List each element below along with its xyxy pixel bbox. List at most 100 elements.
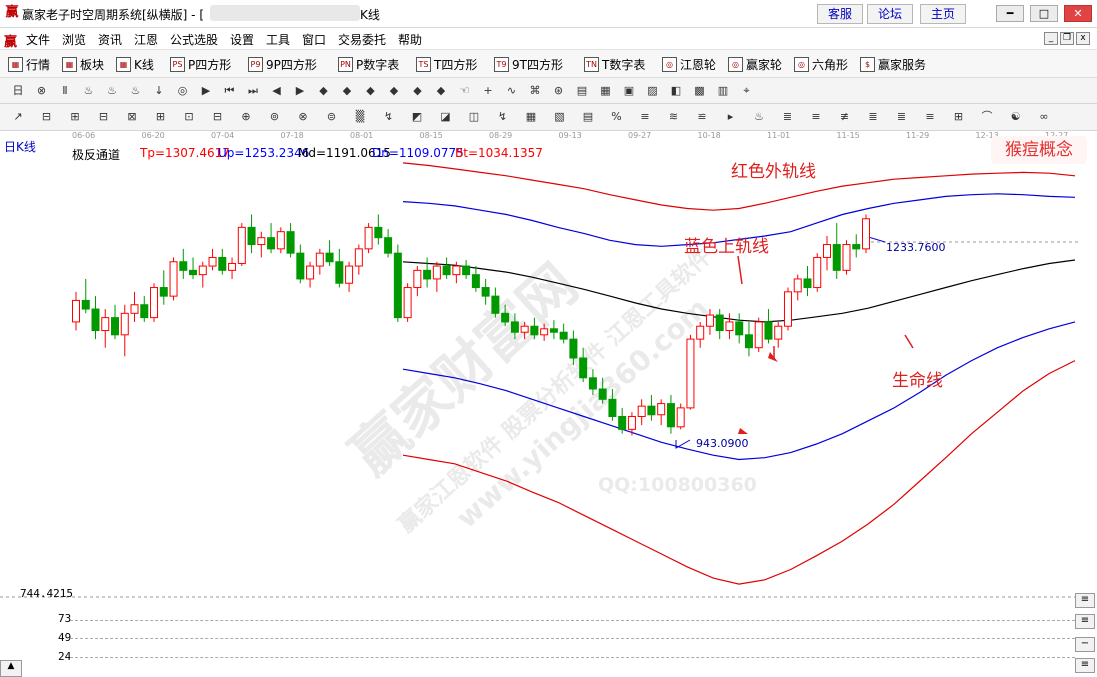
gann-tool-icon[interactable]: % [609,109,625,125]
gann-tool-icon[interactable]: ↯ [381,109,397,125]
gann-tool-icon[interactable]: ◪ [438,109,454,125]
drawing-tool-icon[interactable]: ▣ [621,83,637,99]
collapse-panel-button[interactable]: ▲ [0,660,22,677]
drawing-tool-icon[interactable]: ◆ [339,83,355,99]
drawing-tool-icon[interactable]: ⌖ [739,83,755,99]
gann-tool-icon[interactable]: ▤ [580,109,596,125]
drawing-tool-icon[interactable]: + [480,83,496,99]
gann-tool-icon[interactable]: ↯ [495,109,511,125]
customer-service-link[interactable]: 客服 [817,4,863,24]
drawing-tool-icon[interactable]: ▶ [198,83,214,99]
gann-tool-icon[interactable]: ⊞ [67,109,83,125]
gann-tool-icon[interactable]: ≋ [666,109,682,125]
gann-tool-icon[interactable]: ≣ [865,109,881,125]
gann-tool-icon[interactable]: ◫ [466,109,482,125]
drawing-tool-icon[interactable]: ⏮ [222,83,238,99]
toolbar-sector-button[interactable]: ▦ 板块 [62,56,104,73]
drawing-tool-icon[interactable]: ◧ [668,83,684,99]
drawing-tool-icon[interactable]: ⊗ [34,83,50,99]
toolbar-winner-wheel-button[interactable]: ◎ 赢家轮 [728,56,782,73]
gann-tool-icon[interactable]: ⊟ [39,109,55,125]
menu-settings[interactable]: 设置 [230,31,254,48]
gann-tool-icon[interactable]: ▸ [723,109,739,125]
gann-tool-icon[interactable]: ⊞ [153,109,169,125]
menu-browse[interactable]: 浏览 [62,31,86,48]
gann-tool-icon[interactable]: ∞ [1036,109,1052,125]
drawing-tool-icon[interactable]: ⏭ [245,83,261,99]
forum-link[interactable]: 论坛 [867,4,913,24]
drawing-tool-icon[interactable]: ♨ [81,83,97,99]
close-window-button[interactable]: ✕ [1064,5,1092,22]
maximize-window-button[interactable]: □ [1030,5,1058,22]
gann-tool-icon[interactable]: ☯ [1008,109,1024,125]
minimize-window-button[interactable]: ━ [996,5,1024,22]
mdi-minimize-button[interactable]: _ [1044,32,1058,45]
drawing-tool-icon[interactable]: ◆ [386,83,402,99]
drawing-tool-icon[interactable]: ⌘ [527,83,543,99]
toolbar-gann-wheel-button[interactable]: ◎ 江恩轮 [662,56,716,73]
drawing-tool-icon[interactable]: ↓ [151,83,167,99]
drawing-tool-icon[interactable]: ⊛ [551,83,567,99]
gann-tool-icon[interactable]: ⊞ [951,109,967,125]
mdi-close-button[interactable]: x [1076,32,1090,45]
gann-tool-icon[interactable]: ⊗ [295,109,311,125]
drawing-tool-icon[interactable]: ◆ [410,83,426,99]
toolbar-kline-button[interactable]: ▦ K线 [116,56,154,73]
drawing-tool-icon[interactable]: ◆ [316,83,332,99]
gann-tool-icon[interactable]: ⊡ [181,109,197,125]
drawing-tool-icon[interactable]: ☜ [457,83,473,99]
gann-tool-icon[interactable]: ▧ [552,109,568,125]
menu-tools[interactable]: 工具 [266,31,290,48]
toolbar-ps-button[interactable]: PS P四方形 [170,56,231,73]
drawing-tool-icon[interactable]: ◀ [269,83,285,99]
toolbar-dollar-button[interactable]: $ 赢家服务 [860,56,926,73]
gann-tool-icon[interactable]: ↗ [10,109,26,125]
drawing-tool-icon[interactable]: ◆ [363,83,379,99]
menu-gann[interactable]: 江恩 [134,31,158,48]
drawing-tool-icon[interactable]: ▦ [598,83,614,99]
side-menu-button-1[interactable]: ≡ [1075,593,1095,608]
toolbar-grid-button[interactable]: ▦ 行情 [8,56,50,73]
drawing-tool-icon[interactable]: ▨ [645,83,661,99]
side-menu-button-4[interactable]: ≡ [1075,658,1095,673]
toolbar-t9-button[interactable]: T9 9T四方形 [494,56,563,73]
drawing-tool-icon[interactable]: ▥ [715,83,731,99]
side-menu-button-3[interactable]: − [1075,637,1095,652]
toolbar-p9-button[interactable]: P9 9P四方形 [248,56,317,73]
gann-tool-icon[interactable]: ⊜ [324,109,340,125]
gann-tool-icon[interactable]: ▒ [352,109,368,125]
toolbar-tn-button[interactable]: TN T数字表 [584,56,645,73]
drawing-tool-icon[interactable]: ♨ [104,83,120,99]
gann-tool-icon[interactable]: ⊟ [210,109,226,125]
gann-tool-icon[interactable]: ≢ [837,109,853,125]
gann-tool-icon[interactable]: ⊚ [267,109,283,125]
gann-tool-icon[interactable]: ≡ [808,109,824,125]
toolbar-hexagon-button[interactable]: ◎ 六角形 [794,56,848,73]
toolbar-pn-button[interactable]: PN P数字表 [338,56,399,73]
drawing-tool-icon[interactable]: ◆ [433,83,449,99]
menu-info[interactable]: 资讯 [98,31,122,48]
gann-tool-icon[interactable]: ≣ [894,109,910,125]
gann-tool-icon[interactable]: ⊕ [238,109,254,125]
drawing-tool-icon[interactable]: 日 [10,83,26,99]
gann-tool-icon[interactable]: ♨ [751,109,767,125]
homepage-link[interactable]: 主页 [920,4,966,24]
gann-tool-icon[interactable]: ≌ [694,109,710,125]
gann-tool-icon[interactable]: ⌒ [979,109,995,125]
gann-tool-icon[interactable]: ◩ [409,109,425,125]
gann-tool-icon[interactable]: ≡ [922,109,938,125]
gann-tool-icon[interactable]: ▦ [523,109,539,125]
drawing-tool-icon[interactable]: ∿ [504,83,520,99]
mdi-restore-button[interactable]: ❐ [1060,32,1074,45]
drawing-tool-icon[interactable]: ◎ [175,83,191,99]
drawing-tool-icon[interactable]: ▤ [574,83,590,99]
menu-file[interactable]: 文件 [26,31,50,48]
gann-tool-icon[interactable]: ⊠ [124,109,140,125]
gann-tool-icon[interactable]: ≡ [637,109,653,125]
drawing-tool-icon[interactable]: Ⅱ [57,83,73,99]
menu-trading[interactable]: 交易委托 [338,31,386,48]
menu-help[interactable]: 帮助 [398,31,422,48]
drawing-tool-icon[interactable]: ▶ [292,83,308,99]
gann-tool-icon[interactable]: ≣ [780,109,796,125]
menu-window[interactable]: 窗口 [302,31,326,48]
